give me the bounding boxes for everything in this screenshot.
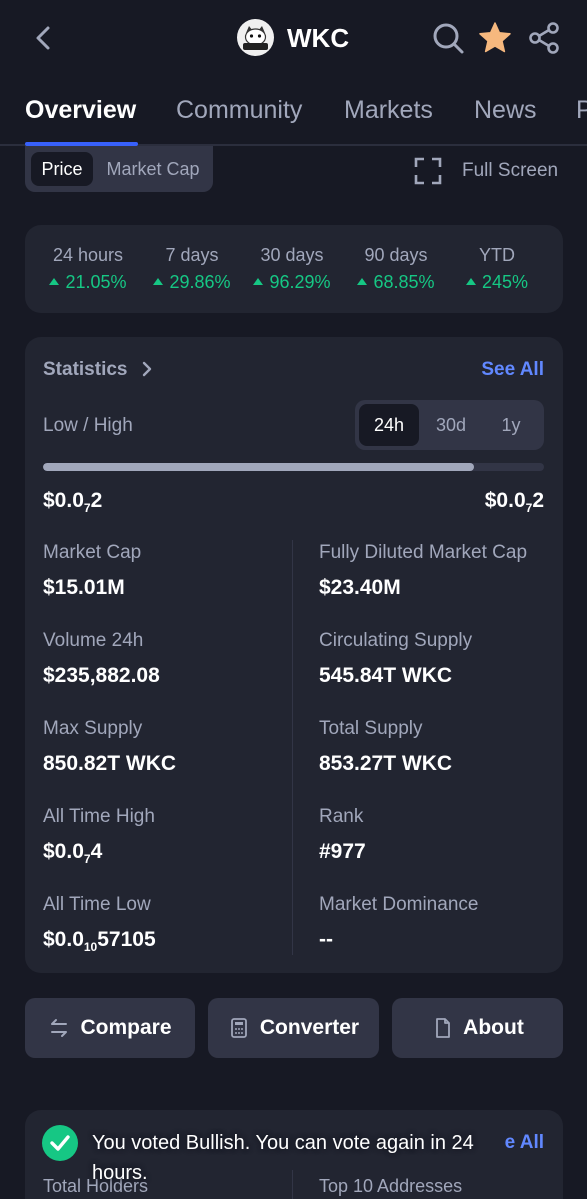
- perf-24h: 24 hours 21.05%: [45, 245, 131, 293]
- chevron-right-icon[interactable]: [137, 359, 157, 379]
- metric-market-cap: Market Cap $15.01M: [43, 542, 142, 599]
- perf-label: 90 days: [364, 245, 428, 265]
- price-performance-card: 24 hours 21.05% 7 days 29.86% 30 days 96…: [25, 225, 563, 313]
- up-arrow-icon: [357, 278, 368, 285]
- coin-logo: [237, 19, 274, 56]
- metric-volume-24h: Volume 24h $235,882.08: [43, 630, 160, 687]
- range-30d[interactable]: 30d: [421, 404, 481, 446]
- document-icon: [436, 1018, 451, 1038]
- compare-button[interactable]: Compare: [25, 998, 195, 1058]
- metric-all-time-low: All Time Low $0.01057105: [43, 894, 156, 955]
- metric-all-time-high: All Time High $0.074: [43, 806, 155, 867]
- chart-type-toggle: Price Market Cap: [25, 146, 213, 192]
- metric-total-supply: Total Supply 853.27T WKC: [319, 718, 453, 775]
- range-selector: 24h 30d 1y: [355, 400, 544, 450]
- fullscreen-icon[interactable]: [414, 157, 442, 185]
- low-high-label: Low / High: [43, 415, 133, 436]
- full-screen-label[interactable]: Full Screen: [462, 160, 558, 182]
- metric-market-dominance: Market Dominance --: [319, 894, 479, 951]
- check-circle-icon: [42, 1125, 78, 1161]
- perf-ytd: YTD 245%: [457, 245, 537, 293]
- tab-more[interactable]: P: [576, 96, 587, 125]
- column-divider: [292, 540, 293, 955]
- about-button[interactable]: About: [392, 998, 563, 1058]
- see-all-link[interactable]: See All: [481, 359, 544, 381]
- coin-title: WKC: [287, 23, 350, 53]
- watchlist-button[interactable]: [477, 20, 513, 56]
- tab-news[interactable]: News: [474, 96, 537, 125]
- chevron-left-icon: [36, 26, 50, 50]
- perf-label: 7 days: [165, 245, 219, 265]
- perf-30d: 30 days 96.29%: [249, 245, 335, 293]
- compare-label: Compare: [80, 1016, 172, 1039]
- toggle-price[interactable]: Price: [31, 152, 93, 186]
- calculator-icon: [230, 1018, 247, 1038]
- perf-value: 68.85%: [373, 272, 435, 292]
- back-button[interactable]: [28, 22, 60, 54]
- search-icon: [433, 23, 464, 54]
- tab-community[interactable]: Community: [176, 96, 302, 125]
- perf-label: 30 days: [260, 245, 324, 265]
- high-value: $0.072: [484, 489, 544, 516]
- perf-label: YTD: [479, 245, 515, 265]
- tab-markets[interactable]: Markets: [344, 96, 433, 125]
- perf-label: 24 hours: [52, 245, 124, 265]
- star-icon: [479, 22, 511, 53]
- up-arrow-icon: [49, 278, 60, 285]
- converter-button[interactable]: Converter: [208, 998, 379, 1058]
- metric-circulating-supply: Circulating Supply 545.84T WKC: [319, 630, 473, 687]
- metric-max-supply: Max Supply 850.82T WKC: [43, 718, 177, 775]
- up-arrow-icon: [465, 278, 476, 285]
- perf-7d: 7 days 29.86%: [149, 245, 235, 293]
- search-button[interactable]: [430, 20, 466, 56]
- perf-value: 29.86%: [169, 272, 231, 292]
- swap-icon: [51, 1019, 68, 1037]
- converter-label: Converter: [259, 1016, 360, 1039]
- metric-rank: Rank #977: [319, 806, 366, 863]
- statistics-title[interactable]: Statistics: [43, 359, 127, 381]
- up-arrow-icon: [153, 278, 164, 285]
- perf-90d: 90 days 68.85%: [353, 245, 439, 293]
- statistics-card: Statistics See All Low / High 24h 30d 1y…: [25, 337, 563, 973]
- tab-overview[interactable]: Overview: [25, 96, 136, 125]
- toast-message: You voted Bullish. You can vote again in…: [92, 1132, 474, 1184]
- toggle-market-cap[interactable]: Market Cap: [99, 152, 207, 186]
- range-24h[interactable]: 24h: [359, 404, 419, 446]
- vote-toast: You voted Bullish. You can vote again in…: [25, 1118, 563, 1188]
- low-high-range-bar: [43, 463, 544, 471]
- low-value: $0.072: [43, 489, 103, 516]
- share-button[interactable]: [526, 20, 562, 56]
- up-arrow-icon: [253, 278, 264, 285]
- range-bar-fill: [43, 463, 474, 471]
- perf-value: 245%: [481, 272, 529, 292]
- tab-bar: Overview Community Markets News P: [0, 88, 587, 146]
- about-label: About: [463, 1016, 524, 1039]
- share-icon: [529, 22, 559, 54]
- perf-value: 96.29%: [269, 272, 331, 292]
- perf-value: 21.05%: [65, 272, 127, 292]
- metric-fully-diluted-market-cap: Fully Diluted Market Cap $23.40M: [319, 542, 528, 599]
- range-1y[interactable]: 1y: [481, 404, 541, 446]
